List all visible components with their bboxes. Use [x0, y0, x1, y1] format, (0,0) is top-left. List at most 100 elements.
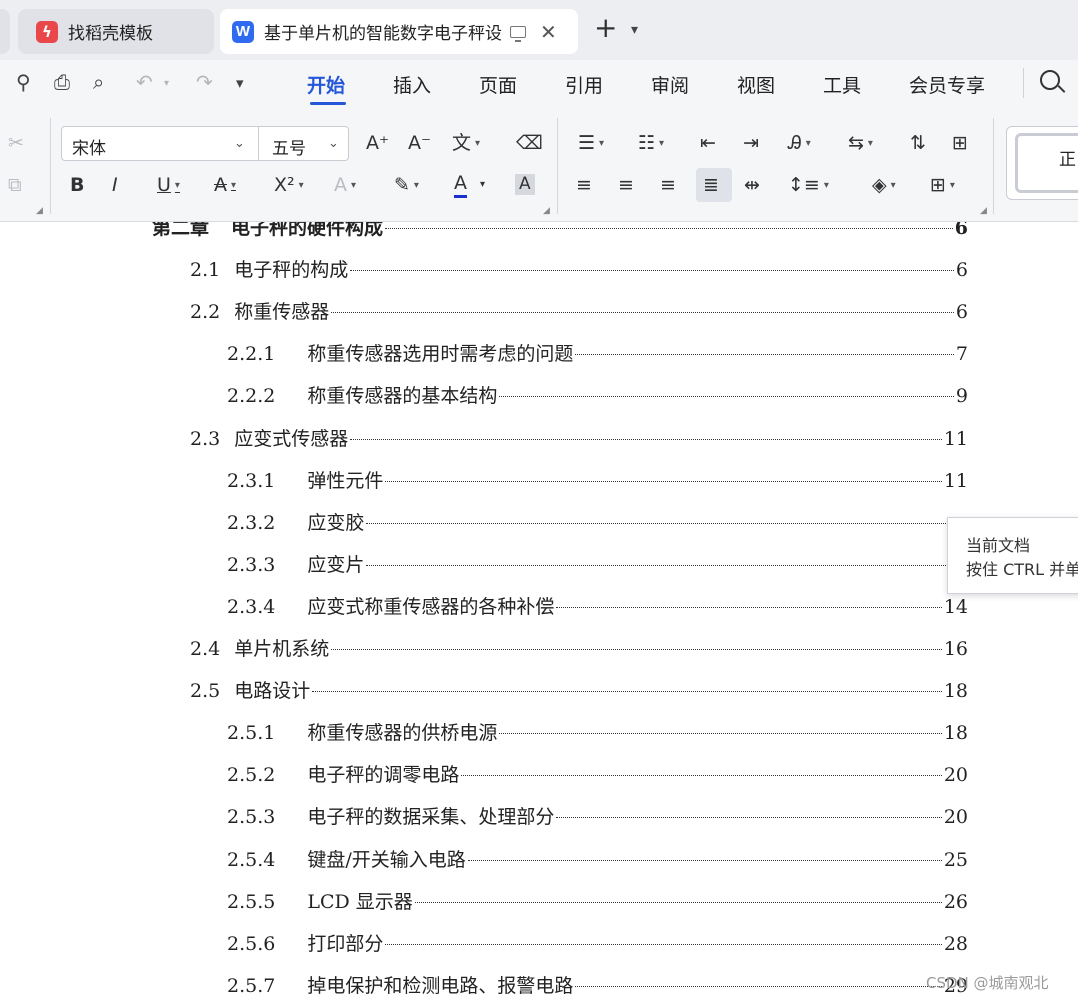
superscript-icon[interactable]: X² ▾ [274, 176, 304, 195]
align-left-icon[interactable]: ≡ [576, 176, 592, 195]
toc-entry[interactable]: 2.5.6 打印部分 28 [227, 929, 968, 959]
text-effect-icon[interactable]: A ▾ [334, 176, 356, 195]
menu-member[interactable]: 会员专享 [909, 71, 985, 98]
font-color-icon[interactable]: A [454, 174, 467, 198]
menu-tools[interactable]: 工具 [823, 71, 861, 98]
quick-access-more-icon[interactable]: ▾ [236, 74, 244, 92]
underline-icon[interactable]: U ▾ [157, 176, 180, 195]
chevron-down-icon[interactable]: ⌄ [234, 136, 245, 151]
toc-entry[interactable]: 2.3.4 应变式称重传感器的各种补偿 14 [227, 592, 968, 622]
toc-entry[interactable]: 2.3.1 弹性元件 11 [227, 466, 968, 496]
strikethrough-icon[interactable]: A ▾ [214, 176, 236, 195]
toc-entry[interactable]: 2.1 电子秤的构成 6 [190, 255, 968, 285]
format-painter-icon[interactable]: ⚲ [16, 70, 31, 94]
toc-entry[interactable]: 2.3.3 应变片 [227, 550, 968, 580]
monitor-icon[interactable] [510, 25, 526, 42]
toc-entry[interactable]: 2.5 电路设计 18 [190, 676, 968, 706]
justify-icon[interactable]: ≣ [703, 176, 719, 195]
paragraph-dialog-launcher-icon[interactable]: ◢ [980, 206, 987, 216]
shading-icon[interactable]: ◈ ▾ [872, 176, 896, 195]
toc-entry-title: 称重传感器选用时需考虑的问题 [307, 343, 574, 366]
numbered-list-icon[interactable]: ☷ ▾ [638, 134, 664, 153]
new-tab-button[interactable]: + [594, 14, 617, 42]
toc-entry[interactable]: 2.3 应变式传感器 11 [190, 424, 968, 454]
toc-entry-number: 2.3.3 [227, 553, 276, 576]
font-color-dropdown-icon[interactable]: ▾ [480, 180, 485, 190]
copy-icon[interactable]: ⧉ [8, 176, 22, 195]
menu-references[interactable]: 引用 [565, 71, 603, 98]
toc-entry[interactable]: 2.4 单片机系统 16 [190, 634, 968, 664]
toc-entry[interactable]: 2.5.1 称重传感器的供桥电源 18 [227, 718, 968, 748]
toc-entry[interactable]: 第二章 电子秤的硬件构成 6 [152, 222, 968, 243]
undo-dropdown-icon[interactable]: ▾ [164, 78, 169, 89]
increase-indent-icon[interactable]: ⇥ [743, 134, 759, 153]
clear-format-icon[interactable]: ⌫ [516, 134, 543, 153]
highlight-icon[interactable]: ✎ ▾ [394, 176, 419, 195]
style-gallery-normal[interactable]: 正 [1006, 126, 1078, 200]
toc-entry-number: 2.5.6 [227, 932, 276, 955]
menu-insert[interactable]: 插入 [393, 71, 431, 98]
toc-entry-page: 18 [943, 680, 968, 703]
cut-icon[interactable]: ✂ [8, 134, 24, 153]
toc-entry[interactable]: 2.2.1 称重传感器选用时需考虑的问题 7 [227, 339, 968, 369]
print-icon[interactable]: ⎙ [54, 70, 70, 94]
italic-icon[interactable]: I [112, 176, 118, 195]
toc-dot-leader [331, 312, 954, 314]
search-icon[interactable] [1040, 70, 1060, 90]
chevron-down-icon[interactable]: ▾ [631, 22, 638, 38]
toc-entry-title: 称重传感器 [234, 301, 330, 324]
menu-separator [1023, 68, 1024, 98]
text-direction-icon[interactable]: Ꭿ ▾ [788, 134, 811, 153]
redo-icon[interactable]: ↷ [196, 70, 213, 94]
print-preview-icon[interactable]: ⌕ [93, 70, 104, 94]
align-center-icon[interactable]: ≡ [618, 176, 634, 195]
font-box-divider [258, 127, 259, 160]
sort-icon[interactable]: ⇅ [910, 134, 926, 153]
character-shading-icon[interactable]: A [515, 174, 535, 195]
toc-dot-leader [556, 606, 942, 608]
toc-entry-title: 称重传感器的基本结构 [307, 385, 498, 408]
toc-entry[interactable]: 2.5.2 电子秤的调零电路 20 [227, 760, 968, 790]
writer-icon: W [232, 20, 254, 43]
tab-templates[interactable]: ϟ 找稻壳模板 [18, 9, 214, 54]
sort-direction-icon[interactable]: ⇆ ▾ [848, 134, 873, 153]
distributed-align-icon[interactable]: ⇹ [744, 176, 760, 195]
line-spacing-icon[interactable]: ↕≡ ▾ [788, 176, 829, 195]
toc-entry[interactable]: 2.5.7 掉电保护和检测电路、报警电路 29 [227, 971, 968, 1000]
toc-entry[interactable]: 2.2 称重传感器 6 [190, 297, 968, 327]
toc-entry-title: 电子秤的构成 [234, 259, 349, 282]
toc-entry[interactable]: 2.2.2 称重传感器的基本结构 9 [227, 381, 968, 411]
bold-icon[interactable]: B [70, 176, 84, 195]
menu-review[interactable]: 审阅 [651, 71, 689, 98]
borders-icon[interactable]: ⊞ ▾ [930, 176, 955, 195]
align-right-icon[interactable]: ≡ [660, 176, 676, 195]
clipboard-dialog-launcher-icon[interactable]: ◢ [36, 206, 43, 216]
grow-font-icon[interactable]: A⁺ [366, 134, 389, 153]
document-canvas[interactable]: 第二章 电子秤的硬件构成 6 2.1 电子秤的构成 6 2.2 称重传感器 6 2.2.1 称重传感… [0, 222, 1078, 1000]
toc-dot-leader [499, 396, 954, 398]
font-dialog-launcher-icon[interactable]: ◢ [543, 206, 550, 216]
menu-page[interactable]: 页面 [479, 71, 517, 98]
menu-home[interactable]: 开始 [307, 71, 345, 98]
decrease-indent-icon[interactable]: ⇤ [700, 134, 716, 153]
toc-entry[interactable]: 2.5.3 电子秤的数据采集、处理部分 20 [227, 802, 968, 832]
tab-document[interactable]: W 基于单片机的智能数字电子秤设 ✕ [220, 9, 578, 54]
menu-view[interactable]: 视图 [737, 71, 775, 98]
close-icon[interactable]: ✕ [540, 20, 557, 44]
chevron-down-icon[interactable]: ⌄ [328, 136, 339, 151]
toc-entry-page: 14 [943, 595, 968, 618]
toc-entry[interactable]: 2.5.4 键盘/开关输入电路 25 [227, 845, 968, 875]
toc-entry-number: 2.2.2 [227, 385, 276, 408]
toc-entry-page: 20 [943, 806, 968, 829]
tab-previous-stub[interactable] [0, 9, 10, 54]
toc-entry[interactable]: 2.3.2 应变胶 [227, 508, 968, 538]
undo-icon[interactable]: ↶ [136, 70, 153, 94]
show-marks-icon[interactable]: ⊞ [952, 134, 968, 153]
toc-entry[interactable]: 2.5.5 LCD 显示器 26 [227, 887, 968, 917]
shrink-font-icon[interactable]: A⁻ [408, 134, 431, 153]
font-size-value[interactable]: 五号 [272, 134, 306, 159]
bullet-list-icon[interactable]: ☰ ▾ [578, 134, 604, 153]
font-name-value[interactable]: 宋体 [72, 134, 106, 159]
font-selector[interactable]: 宋体 ⌄ 五号 ⌄ [61, 126, 349, 161]
phonetic-guide-icon[interactable]: 文 ▾ [452, 134, 480, 153]
